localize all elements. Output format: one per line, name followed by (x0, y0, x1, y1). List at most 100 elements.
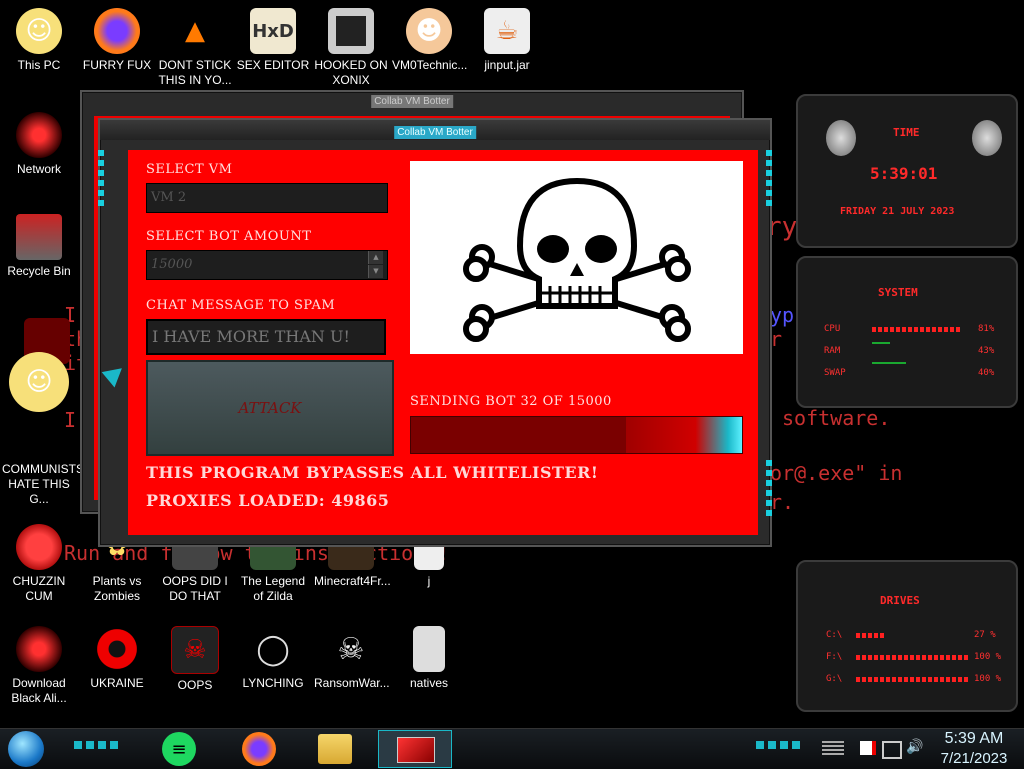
desktop-icon-download-black-ali[interactable]: Download Black Ali... (2, 626, 76, 706)
icon-label: Minecraft4Fr... (314, 574, 391, 588)
console-line: or@.exe" in (770, 461, 903, 485)
swap-value: 40% (978, 368, 995, 378)
drive-f-bar (856, 655, 968, 660)
edge-accent (766, 150, 772, 210)
drive-f-label: F:\ (826, 652, 843, 662)
select-vm-field[interactable]: VM 2 (146, 183, 388, 213)
drive-c-bar (856, 633, 886, 638)
desktop-icon-this-pc[interactable]: ☺ This PC (2, 8, 76, 73)
taskbar-time: 5:39 AM (944, 730, 1004, 747)
radiation-icon (94, 626, 140, 672)
progress-fill (626, 417, 742, 453)
icon-label: OOPS (177, 678, 213, 692)
desktop-icon-natives[interactable]: natives (392, 626, 466, 691)
bot-amount-label: SELECT BOT AMOUNT (146, 229, 312, 244)
desktop-icon-vm0technic[interactable]: ☻ VM0Technic... (392, 8, 468, 73)
folder-icon (413, 626, 445, 672)
icon-label: The Legend of Zilda (240, 574, 306, 603)
icon-label: VM0Technic... (392, 58, 468, 72)
system-widget: SYSTEM CPU 81% RAM 43% SWAP 40% (796, 256, 1018, 408)
collab-vm-botter-window[interactable]: Collab VM Botter SELECT VM VM 2 SELECT B… (98, 118, 772, 547)
skull-crossbones-image (410, 161, 743, 354)
desktop-icon-hooked-on-xonix[interactable]: HOOKED ON XONIX (314, 8, 388, 88)
botter-app-icon (397, 737, 435, 763)
icon-label: Network (16, 162, 61, 176)
bot-amount-field[interactable]: 15000 (146, 250, 388, 280)
icon-label: Recycle Bin (7, 264, 71, 278)
desktop-icon-dont-stick[interactable]: ▲ DONT STICK THIS IN YO... (158, 8, 232, 88)
firefox-icon (94, 8, 140, 54)
attack-label: ATTACK (238, 399, 302, 417)
drive-g-value: 100 % (974, 674, 1002, 684)
taskbar-accent (756, 741, 800, 749)
volume-icon[interactable]: 🔊 (906, 739, 923, 755)
alien-head-icon (826, 120, 856, 156)
desktop-icon-furry-fux[interactable]: FURRY FUX (80, 8, 154, 73)
icon-label: natives (409, 676, 449, 690)
desktop-icon-communists[interactable]: ☺ COMMUNISTS HATE THIS G... (2, 352, 84, 507)
app-icon[interactable]: ≡ (162, 732, 196, 766)
icon-label: j (427, 574, 431, 588)
desktop-icon-jinput[interactable]: ☕ jinput.jar (470, 8, 544, 73)
show-desktop-icon[interactable] (822, 741, 844, 755)
desktop-icon-ransomwar[interactable]: ☠ RansomWar... (314, 626, 390, 691)
botter-taskbar-button[interactable] (378, 730, 452, 768)
network-icon[interactable] (882, 741, 902, 759)
skull-icon: ☠ (337, 631, 365, 667)
alien-network-icon (16, 626, 62, 672)
desktop-icon-recycle-bin[interactable]: Recycle Bin (2, 214, 76, 279)
drive-g-label: G:\ (826, 674, 843, 684)
chuzzle-icon (16, 524, 62, 570)
sending-status-text: SENDING BOT 32 OF 15000 (410, 394, 612, 409)
desktop-icon-chuzzin-cum[interactable]: CHUZZIN CUM (2, 524, 76, 604)
icon-label: Plants vs Zombies (92, 574, 142, 603)
vlc-cone-icon: ▲ (185, 16, 205, 46)
time-widget-title: TIME (893, 126, 920, 139)
console-line: software. (782, 406, 891, 430)
progress-bar (410, 416, 743, 454)
alien-head-icon (972, 120, 1002, 156)
icon-label: DONT STICK THIS IN YO... (158, 58, 232, 87)
spin-down-button[interactable]: ▼ (368, 265, 383, 278)
chat-message-field[interactable]: I HAVE MORE THAN U! (146, 319, 386, 355)
drive-c-label: C:\ (826, 630, 843, 640)
skull-folder-icon: ☠ (171, 626, 219, 674)
console-line: r. (770, 490, 795, 514)
drive-f-value: 100 % (974, 652, 1002, 662)
desktop-icon-sex-editor[interactable]: HxD SEX EDITOR (236, 8, 310, 73)
java-icon: ☕ (484, 8, 530, 54)
recycle-bin-icon (16, 214, 62, 260)
flag-icon[interactable] (860, 741, 876, 755)
hxd-icon: HxD (250, 8, 296, 54)
icon-label: Download Black Ali... (11, 676, 67, 705)
rope-icon: ◯ (256, 631, 290, 667)
drives-widget-title: DRIVES (880, 594, 920, 607)
console-line: yp (770, 303, 795, 327)
start-button[interactable] (8, 731, 44, 767)
edge-accent (98, 150, 104, 210)
edge-accent (766, 460, 772, 520)
desktop-icon-ukraine[interactable]: UKRAINE (80, 626, 154, 691)
clock[interactable]: 5:39 AM 7/21/2023 (936, 729, 1012, 768)
icon-label: This PC (17, 58, 61, 72)
desktop-icon-network[interactable]: Network (2, 112, 76, 177)
attack-button[interactable]: ATTACK (146, 360, 394, 456)
spin-up-button[interactable]: ▲ (368, 251, 383, 264)
doctor-icon: ☻ (406, 8, 452, 54)
cpu-bar (872, 327, 962, 332)
file-explorer-icon[interactable] (318, 734, 352, 764)
taskbar-accent (74, 741, 118, 749)
bypass-text: THIS PROGRAM BYPASSES ALL WHITELISTER! (146, 463, 599, 482)
clock-time: 5:39:01 (870, 164, 938, 183)
botter-panel: SELECT VM VM 2 SELECT BOT AMOUNT 15000 ▲… (128, 150, 758, 535)
icon-label: jinput.jar (484, 58, 530, 72)
icon-label: HOOKED ON XONIX (314, 58, 388, 87)
cpu-label: CPU (824, 324, 841, 334)
back-window-title: Collab VM Botter (371, 95, 453, 108)
desktop-icon-oops[interactable]: ☠ OOPS (158, 626, 232, 693)
firefox-icon[interactable] (242, 732, 276, 766)
chat-message-label: CHAT MESSAGE TO SPAM (146, 298, 336, 313)
icon-label: UKRAINE (90, 676, 144, 690)
desktop-icon-lynching[interactable]: ◯ LYNCHING (236, 626, 310, 691)
alien-network-icon (16, 112, 62, 158)
